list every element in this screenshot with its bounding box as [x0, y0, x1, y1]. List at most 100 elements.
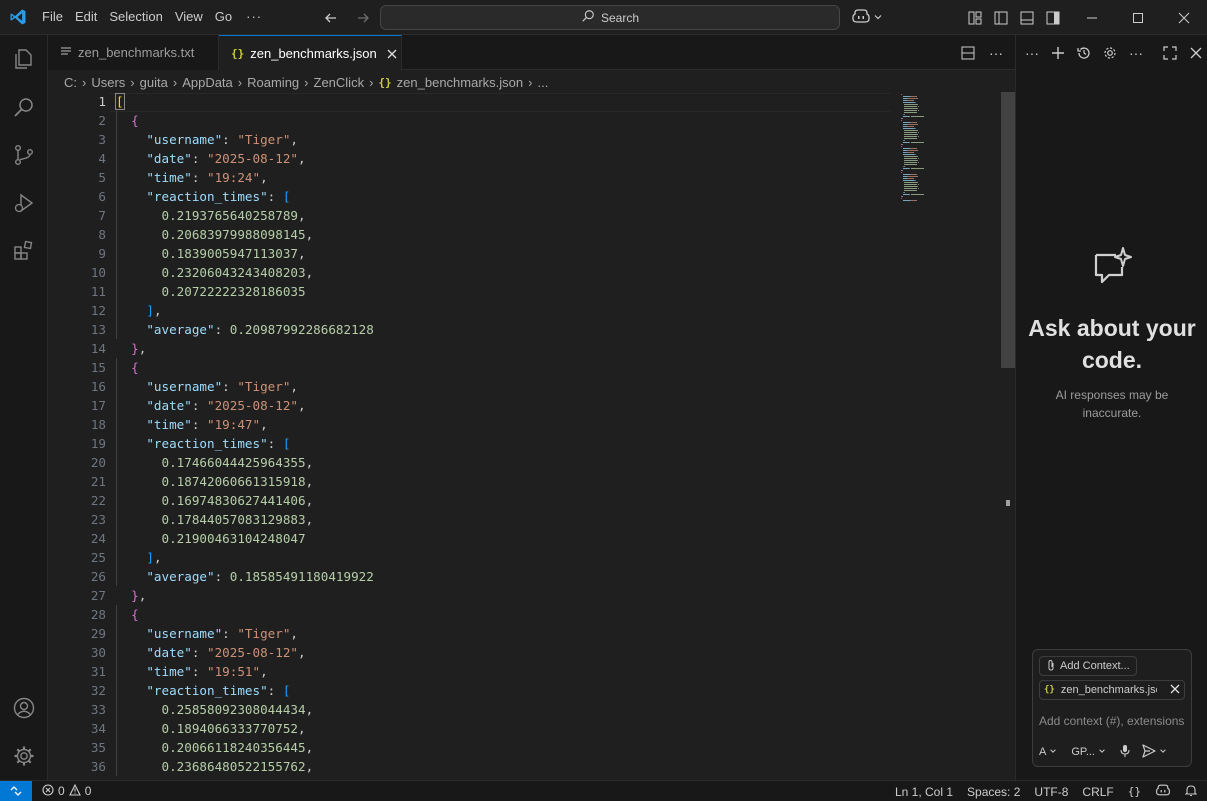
split-editor-icon[interactable]	[957, 42, 979, 64]
microphone-icon[interactable]	[1120, 744, 1130, 761]
maximize-panel-icon[interactable]	[1159, 42, 1181, 64]
close-tab-icon[interactable]	[387, 45, 397, 63]
manage-gear-icon[interactable]	[0, 732, 48, 780]
code-line[interactable]: "time": "19:24",	[116, 168, 946, 187]
scrollbar-thumb[interactable]	[1001, 92, 1015, 368]
minimap[interactable]	[900, 92, 950, 212]
breadcrumb-item[interactable]: guita	[140, 75, 168, 90]
breadcrumb-item[interactable]: Roaming	[247, 75, 299, 90]
close-window-icon[interactable]	[1161, 0, 1207, 35]
code-line[interactable]: "time": "19:47",	[116, 415, 946, 434]
notifications-bell-icon[interactable]	[1184, 784, 1198, 800]
menu-more-button[interactable]: ···	[238, 4, 270, 30]
code-line[interactable]: {	[116, 605, 946, 624]
customize-layout-icon[interactable]	[964, 7, 986, 29]
search-view-icon[interactable]	[0, 83, 48, 131]
accounts-icon[interactable]	[0, 684, 48, 732]
mode-picker[interactable]: A	[1039, 746, 1057, 758]
code-line[interactable]: 0.2193765640258789,	[116, 206, 946, 225]
cursor-position[interactable]: Ln 1, Col 1	[895, 785, 953, 799]
new-chat-icon[interactable]	[1047, 42, 1069, 64]
code-line[interactable]: 0.1839005947113037,	[116, 244, 946, 263]
code-line[interactable]: "reaction_times": [	[116, 434, 946, 453]
code-line[interactable]: 0.1894066333770752,	[116, 719, 946, 738]
breadcrumb-symbols[interactable]: ...	[537, 75, 548, 90]
code-line[interactable]: 0.17466044425964355,	[116, 453, 946, 472]
code-line[interactable]: 0.18742060661315918,	[116, 472, 946, 491]
menu-edit[interactable]: Edit	[69, 4, 103, 30]
command-center-search[interactable]: Search	[380, 5, 840, 30]
code-line[interactable]: [	[115, 92, 946, 111]
end-of-line[interactable]: CRLF	[1082, 785, 1113, 799]
explorer-icon[interactable]	[0, 35, 48, 83]
code-line[interactable]: 0.23686480522155762,	[116, 757, 946, 776]
code-line[interactable]: },	[116, 586, 946, 605]
remove-context-icon[interactable]	[1170, 684, 1180, 697]
code-line[interactable]: 0.16974830627441406,	[116, 491, 946, 510]
code-line[interactable]: "date": "2025-08-12",	[116, 396, 946, 415]
vertical-scrollbar[interactable]	[1001, 92, 1015, 780]
code-content[interactable]: [ { "username": "Tiger", "date": "2025-0…	[115, 92, 946, 776]
indentation[interactable]: Spaces: 2	[967, 785, 1020, 799]
copilot-menu-button[interactable]	[851, 5, 883, 30]
code-line[interactable]: 0.23206043243408203,	[116, 263, 946, 282]
menu-view[interactable]: View	[169, 4, 209, 30]
language-mode-icon[interactable]: {}	[1128, 785, 1141, 798]
more-actions-icon[interactable]: ···	[1125, 42, 1147, 64]
close-panel-icon[interactable]	[1185, 42, 1207, 64]
go-forward-icon[interactable]	[352, 7, 374, 29]
code-line[interactable]: "date": "2025-08-12",	[116, 643, 946, 662]
settings-gear-icon[interactable]	[1099, 42, 1121, 64]
code-line[interactable]: "username": "Tiger",	[116, 130, 946, 149]
toggle-secondary-sidebar-icon[interactable]	[1042, 7, 1064, 29]
chat-message-input[interactable]	[1039, 712, 1185, 730]
code-line[interactable]: "date": "2025-08-12",	[116, 149, 946, 168]
code-line[interactable]: ],	[116, 548, 946, 567]
code-line[interactable]: "username": "Tiger",	[116, 377, 946, 396]
run-debug-icon[interactable]	[0, 179, 48, 227]
code-line[interactable]: "reaction_times": [	[116, 681, 946, 700]
more-icon[interactable]: ···	[1021, 42, 1043, 64]
copilot-status-icon[interactable]	[1155, 783, 1171, 800]
add-context-button[interactable]: Add Context...	[1039, 656, 1137, 676]
code-line[interactable]: "username": "Tiger",	[116, 624, 946, 643]
source-control-icon[interactable]	[0, 131, 48, 179]
code-line[interactable]: {	[116, 111, 946, 130]
code-line[interactable]: "time": "19:51",	[116, 662, 946, 681]
code-line[interactable]: 0.17844057083129883,	[116, 510, 946, 529]
code-line[interactable]: 0.25858092308044434,	[116, 700, 946, 719]
breadcrumb-item[interactable]: Users	[91, 75, 125, 90]
go-back-icon[interactable]	[320, 7, 342, 29]
context-file-chip[interactable]: {} zen_benchmarks.json	[1039, 680, 1185, 700]
breadcrumb-file[interactable]: zen_benchmarks.json	[397, 75, 523, 90]
code-line[interactable]: },	[116, 339, 946, 358]
problems-indicator[interactable]: 0 0	[32, 783, 91, 799]
model-picker[interactable]: GP...	[1071, 746, 1106, 758]
menu-go[interactable]: Go	[209, 4, 238, 30]
breadcrumb-item[interactable]: AppData	[182, 75, 233, 90]
menu-selection[interactable]: Selection	[103, 4, 168, 30]
code-editor[interactable]: 1 2 3 4 5 6 7 8 9 10 11 12 13 14 15 16 17 18 19 20 21 22 23 24 2…	[48, 92, 1015, 780]
code-line[interactable]: 0.20722222328186035	[116, 282, 946, 301]
toggle-primary-sidebar-icon[interactable]	[990, 7, 1012, 29]
maximize-icon[interactable]	[1115, 0, 1161, 35]
tab-zen-benchmarks-txt[interactable]: zen_benchmarks.txt	[48, 35, 219, 70]
tab-zen-benchmarks-json[interactable]: {} zen_benchmarks.json	[219, 35, 402, 71]
breadcrumb-item[interactable]: ZenClick	[314, 75, 365, 90]
code-line[interactable]: ],	[116, 301, 946, 320]
minimize-icon[interactable]	[1069, 0, 1115, 35]
chevron-down-icon[interactable]	[1159, 746, 1167, 758]
code-line[interactable]: 0.20683979988098145,	[116, 225, 946, 244]
code-line[interactable]: "average": 0.18585491180419922	[116, 567, 946, 586]
toggle-panel-icon[interactable]	[1016, 7, 1038, 29]
code-line[interactable]: 0.21900463104248047	[116, 529, 946, 548]
code-line[interactable]: 0.20066118240356445,	[116, 738, 946, 757]
history-icon[interactable]	[1073, 42, 1095, 64]
code-line[interactable]: "average": 0.20987992286682128	[116, 320, 946, 339]
menu-file[interactable]: File	[36, 4, 69, 30]
breadcrumb-item[interactable]: C:	[64, 75, 77, 90]
code-line[interactable]: {	[116, 358, 946, 377]
send-icon[interactable]	[1142, 743, 1156, 761]
more-actions-icon[interactable]: ···	[985, 42, 1007, 64]
remote-indicator-icon[interactable]	[0, 780, 32, 801]
